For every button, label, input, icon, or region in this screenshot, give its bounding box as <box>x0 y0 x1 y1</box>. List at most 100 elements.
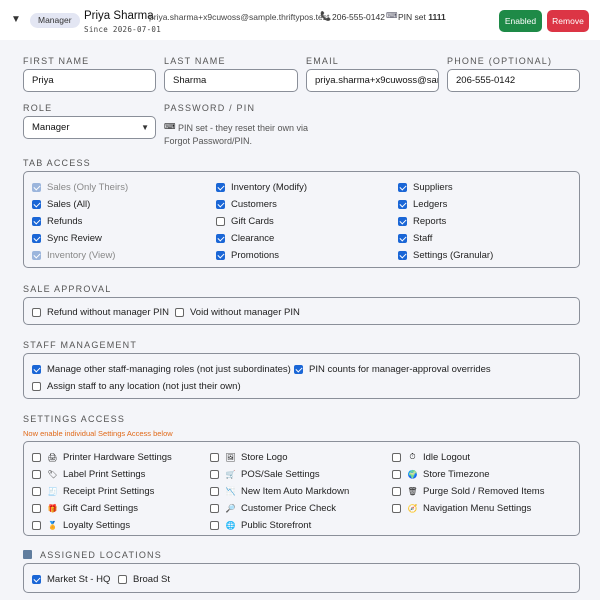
globe-clock-icon: 🌍 <box>407 469 418 479</box>
checkbox-unchecked-icon[interactable] <box>392 469 401 479</box>
checkbox-checked-icon[interactable] <box>398 233 407 243</box>
email-label: Email <box>306 56 340 66</box>
checkbox-unchecked-icon[interactable] <box>210 452 219 462</box>
checkbox-gift-cards[interactable]: Gift Cards <box>216 215 274 227</box>
checkbox-reports[interactable]: Reports <box>398 215 446 227</box>
checkbox-unchecked-icon[interactable] <box>210 486 219 496</box>
checkbox-unchecked-icon[interactable] <box>392 503 401 513</box>
receipt-icon: 🧾 <box>47 486 58 496</box>
checkbox-store-timezone[interactable]: 🌍 Store Timezone <box>392 468 490 480</box>
checkbox-assign-staff-to-any-location-not-just-their-own[interactable]: Assign staff to any location (not just t… <box>32 380 241 392</box>
checkbox-unchecked-icon[interactable] <box>32 503 41 513</box>
staff-email: priya.sharma+x9cuwoss@sample.thriftypos.… <box>149 12 330 22</box>
checkbox-checked-icon[interactable] <box>398 182 407 192</box>
checkbox-label: Customer Price Check <box>241 502 337 514</box>
checkbox-checked-icon[interactable] <box>32 216 41 226</box>
checkbox-purge-sold-removed-items[interactable]: 🗑 Purge Sold / Removed Items <box>392 485 544 497</box>
checkbox-gift-card-settings[interactable]: 🎁 Gift Card Settings <box>32 502 138 514</box>
checkbox-checked-icon[interactable] <box>398 199 407 209</box>
collapse-caret-icon[interactable]: ▼ <box>11 14 21 25</box>
checkbox-checked-icon[interactable] <box>32 182 41 192</box>
checkbox-broad-st[interactable]: Broad St <box>118 573 170 585</box>
checkbox-ledgers[interactable]: Ledgers <box>398 198 447 210</box>
checkbox-checked-icon[interactable] <box>32 574 41 584</box>
checkbox-receipt-print-settings[interactable]: 🧾 Receipt Print Settings <box>32 485 154 497</box>
checkbox-unchecked-icon[interactable] <box>210 503 219 513</box>
checkbox-refunds[interactable]: Refunds <box>32 215 82 227</box>
checkbox-manage-other-staff-managing-roles-not-just-subordinates[interactable]: Manage other staff-managing roles (not j… <box>32 363 291 375</box>
checkbox-unchecked-icon[interactable] <box>32 469 41 479</box>
first-name-input[interactable]: Priya <box>23 69 156 92</box>
checkbox-staff[interactable]: Staff <box>398 232 432 244</box>
checkbox-unchecked-icon[interactable] <box>210 520 219 530</box>
checkbox-printer-hardware-settings[interactable]: 🖨 Printer Hardware Settings <box>32 451 172 463</box>
checkbox-new-item-auto-markdown[interactable]: 📉 New Item Auto Markdown <box>210 485 349 497</box>
checkbox-inventory-view[interactable]: Inventory (View) <box>32 249 115 261</box>
checkbox-checked-icon[interactable] <box>398 250 407 260</box>
staff-name: Priya Sharma <box>84 10 154 22</box>
checkbox-checked-icon[interactable] <box>398 216 407 226</box>
checkbox-sales-only-theirs[interactable]: Sales (Only Theirs) <box>32 181 128 193</box>
checkbox-unchecked-icon[interactable] <box>32 381 41 391</box>
checkbox-refund-without-manager-pin[interactable]: Refund without manager PIN <box>32 306 169 318</box>
keypad-icon: ⌨ <box>386 11 398 20</box>
role-label: Role <box>23 103 53 113</box>
checkbox-store-logo[interactable]: 🖼 Store Logo <box>210 451 287 463</box>
checkbox-customer-price-check[interactable]: 🔎 Customer Price Check <box>210 502 336 514</box>
checkbox-unchecked-icon[interactable] <box>392 486 401 496</box>
checkbox-checked-icon[interactable] <box>294 364 303 374</box>
checkbox-checked-icon[interactable] <box>216 199 225 209</box>
checkbox-customers[interactable]: Customers <box>216 198 277 210</box>
checkbox-checked-icon[interactable] <box>32 250 41 260</box>
checkbox-unchecked-icon[interactable] <box>216 216 225 226</box>
email-input[interactable]: priya.sharma+x9cuwoss@sam <box>306 69 439 92</box>
pin-status-label: PIN set <box>398 12 426 22</box>
checkbox-pos-sale-settings[interactable]: 🛒 POS/Sale Settings <box>210 468 320 480</box>
checkbox-unchecked-icon[interactable] <box>32 452 41 462</box>
checkbox-unchecked-icon[interactable] <box>118 574 127 584</box>
medal-icon: 🏅 <box>47 520 58 530</box>
checkbox-loyalty-settings[interactable]: 🏅 Loyalty Settings <box>32 519 130 531</box>
checkbox-checked-icon[interactable] <box>32 199 41 209</box>
checkbox-idle-logout[interactable]: ⏱ Idle Logout <box>392 451 470 463</box>
checkbox-unchecked-icon[interactable] <box>210 469 219 479</box>
remove-button[interactable]: Remove <box>547 10 589 32</box>
checkbox-unchecked-icon[interactable] <box>32 486 41 496</box>
globe-icon: 🌐 <box>225 520 236 530</box>
checkbox-checked-icon[interactable] <box>216 233 225 243</box>
checkbox-settings-granular[interactable]: Settings (Granular) <box>398 249 493 261</box>
checkbox-label: Refund without manager PIN <box>47 306 169 318</box>
settings-access-heading: Settings Access <box>23 414 126 424</box>
checkbox-unchecked-icon[interactable] <box>175 307 184 317</box>
checkbox-sales-all[interactable]: Sales (All) <box>32 198 90 210</box>
checkbox-clearance[interactable]: Clearance <box>216 232 274 244</box>
tab-access-heading: Tab Access <box>23 158 91 168</box>
checkbox-checked-icon[interactable] <box>32 233 41 243</box>
phone-icon: 📞 <box>320 11 332 21</box>
checkbox-label-print-settings[interactable]: 🏷 Label Print Settings <box>32 468 145 480</box>
checkbox-market-st-hq[interactable]: Market St - HQ <box>32 573 110 585</box>
checkbox-inventory-modify[interactable]: Inventory (Modify) <box>216 181 307 193</box>
checkbox-pin-counts-for-manager-approval-overrides[interactable]: PIN counts for manager-approval override… <box>294 363 491 375</box>
checkbox-navigation-menu-settings[interactable]: 🧭 Navigation Menu Settings <box>392 502 531 514</box>
checkbox-void-without-manager-pin[interactable]: Void without manager PIN <box>175 306 300 318</box>
checkbox-checked-icon[interactable] <box>216 250 225 260</box>
checkbox-unchecked-icon[interactable] <box>392 452 401 462</box>
role-select-value: Manager <box>32 122 70 133</box>
checkbox-sync-review[interactable]: Sync Review <box>32 232 102 244</box>
enabled-toggle-button[interactable]: Enabled <box>499 10 542 32</box>
checkbox-unchecked-icon[interactable] <box>32 520 41 530</box>
checkbox-suppliers[interactable]: Suppliers <box>398 181 453 193</box>
staff-header: ▼ Manager Priya Sharma priya.sharma+x9cu… <box>0 0 600 40</box>
checkbox-promotions[interactable]: Promotions <box>216 249 279 261</box>
checkbox-label: Idle Logout <box>423 451 471 463</box>
role-select[interactable]: Manager ▼ <box>23 116 156 139</box>
last-name-input[interactable]: Sharma <box>164 69 298 92</box>
checkbox-checked-icon[interactable] <box>216 182 225 192</box>
checkbox-label: Ledgers <box>413 198 448 210</box>
checkbox-checked-icon[interactable] <box>32 364 41 374</box>
checkbox-unchecked-icon[interactable] <box>32 307 41 317</box>
checkbox-public-storefront[interactable]: 🌐 Public Storefront <box>210 519 311 531</box>
checkbox-label: Sync Review <box>47 232 102 244</box>
phone-input[interactable]: 206-555-0142 <box>447 69 580 92</box>
